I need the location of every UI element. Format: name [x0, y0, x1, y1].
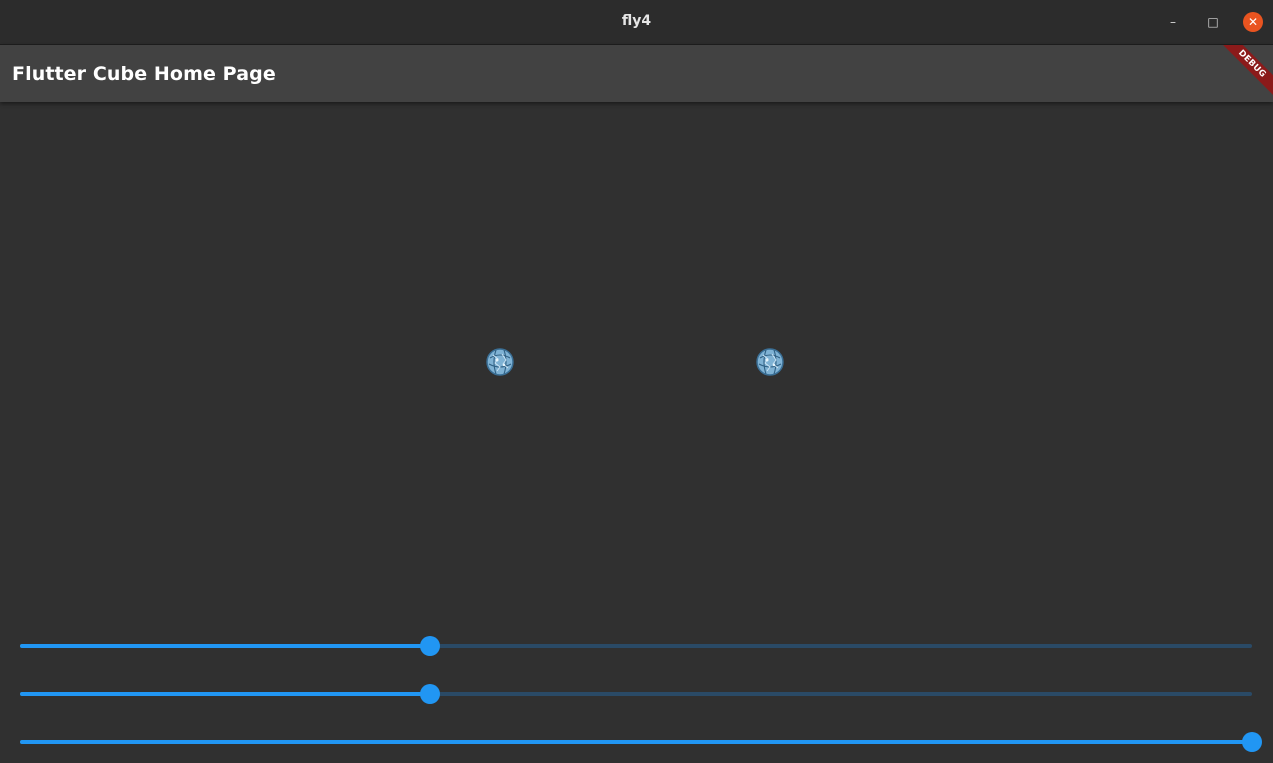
slider-thumb[interactable]	[1242, 732, 1262, 752]
minimize-icon: –	[1170, 15, 1176, 29]
window-title: fly4	[621, 13, 652, 29]
close-icon: ✕	[1247, 15, 1259, 29]
sphere-object-left	[486, 348, 514, 376]
sphere-object-right	[756, 348, 784, 376]
maximize-button[interactable]: □	[1203, 12, 1223, 32]
slider-active-track	[20, 740, 1252, 744]
slider-thumb[interactable]	[420, 684, 441, 704]
app-bar: Flutter Cube Home Page	[0, 45, 1273, 102]
slider-active-track	[20, 692, 431, 696]
close-button[interactable]: ✕	[1243, 12, 1263, 32]
slider-3[interactable]	[20, 730, 1262, 754]
window-titlebar[interactable]: fly4 – □ ✕	[0, 0, 1273, 45]
slider-1[interactable]	[20, 634, 1252, 658]
cube-scene[interactable]	[0, 102, 1273, 602]
app-window: fly4 – □ ✕ Flutter Cube Home Page DEBUG	[0, 0, 1273, 763]
maximize-icon: □	[1207, 15, 1219, 29]
slider-active-track	[20, 644, 431, 648]
slider-2[interactable]	[20, 682, 1252, 706]
minimize-button[interactable]: –	[1163, 12, 1183, 32]
slider-thumb[interactable]	[420, 636, 441, 656]
page-title: Flutter Cube Home Page	[12, 63, 276, 85]
